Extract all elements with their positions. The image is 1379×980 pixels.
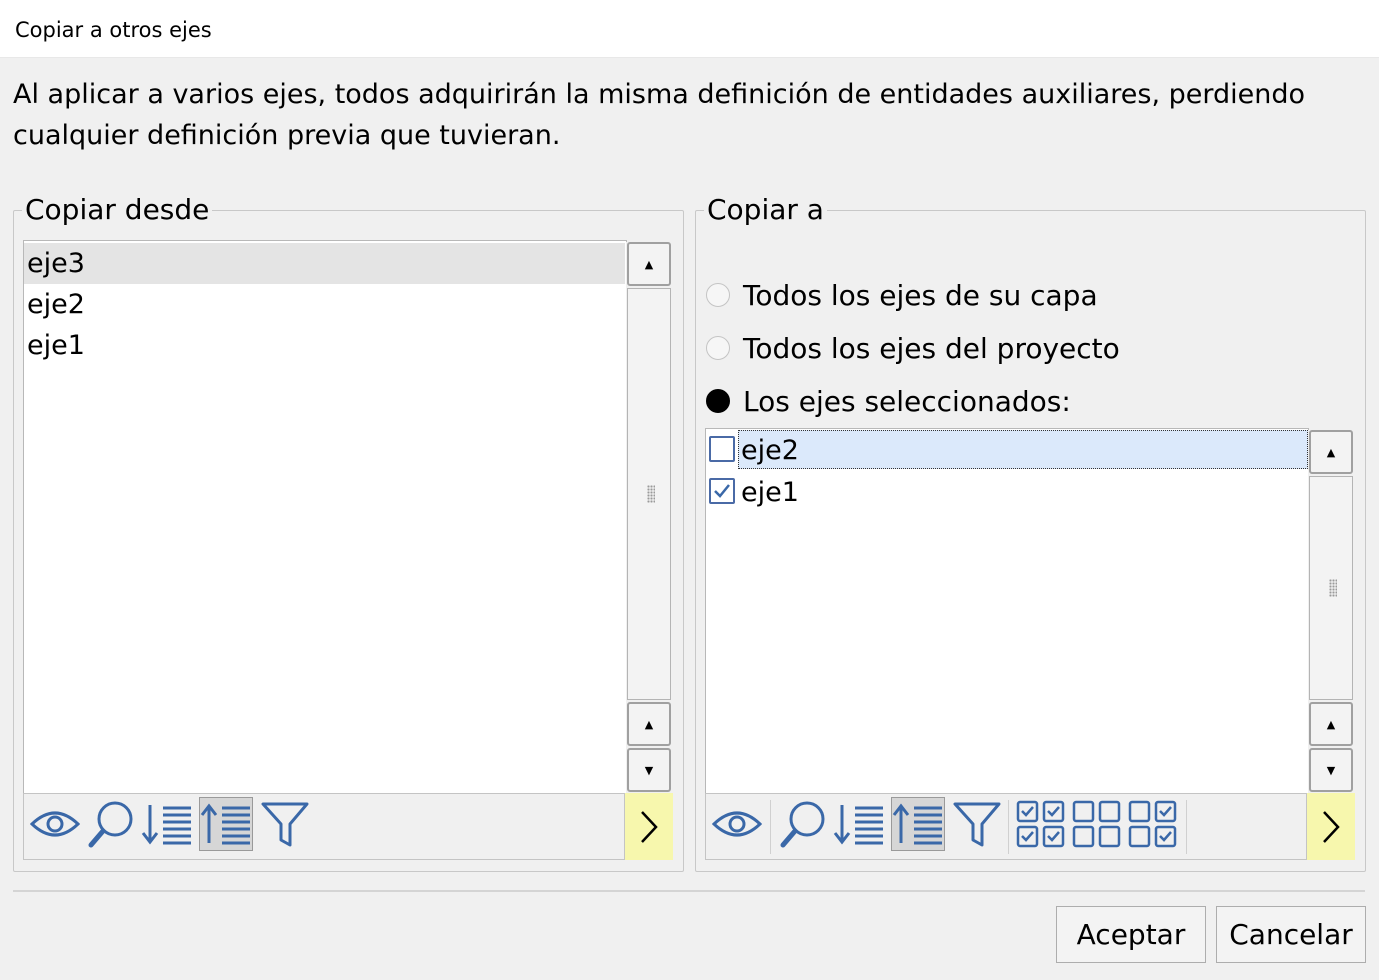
view-button[interactable]: [710, 797, 764, 851]
sort-ascending-icon: [892, 803, 942, 845]
eye-icon: [712, 811, 762, 837]
radio-label: Todos los ejes de su capa: [743, 278, 1098, 312]
radio-button[interactable]: [706, 336, 730, 360]
source-group-legend: Copiar desde: [22, 193, 213, 227]
window-title: Copiar a otros ejes: [15, 18, 212, 42]
sort-descending-icon: [833, 805, 883, 845]
radio-option-project[interactable]: Todos los ejes del proyecto: [706, 328, 1120, 368]
check-all-icon: [1016, 800, 1065, 848]
grip-icon: [647, 485, 655, 503]
scroll-down-button[interactable]: ▼: [1309, 748, 1353, 792]
toolbar-separator: [1008, 800, 1009, 854]
list-item-label[interactable]: eje2: [741, 432, 799, 470]
toolbar-separator: [1186, 800, 1187, 854]
checkmark-icon: [714, 484, 730, 498]
checkbox[interactable]: [709, 478, 735, 504]
eye-icon: [30, 811, 80, 837]
sort-ascending-button[interactable]: [891, 797, 945, 851]
filter-button[interactable]: [950, 797, 1004, 851]
funnel-icon: [953, 802, 1001, 847]
scroll-down-button[interactable]: ▼: [627, 748, 671, 792]
list-item[interactable]: eje2: [24, 284, 625, 325]
toolbar-separator: [770, 800, 771, 854]
radio-option-layer[interactable]: Todos los ejes de su capa: [706, 275, 1098, 315]
checkbox[interactable]: [709, 436, 735, 462]
scroll-page-up-button[interactable]: ▲: [1309, 702, 1353, 746]
chevron-right-icon: [1323, 810, 1340, 843]
sort-descending-icon: [141, 805, 191, 845]
sort-descending-button[interactable]: [140, 797, 194, 851]
chevron-right-icon: [641, 810, 658, 843]
search-button[interactable]: [776, 797, 830, 851]
radio-label: Los ejes seleccionados:: [743, 384, 1071, 418]
scroll-page-up-button[interactable]: ▲: [627, 702, 671, 746]
title-bar: Copiar a otros ejes: [0, 0, 1379, 58]
sort-ascending-icon: [200, 803, 250, 845]
target-checklist[interactable]: eje2 eje1: [705, 428, 1309, 794]
radio-button[interactable]: [706, 283, 730, 307]
focus-row: [738, 430, 1308, 469]
target-scrollbar[interactable]: ▲ ▲ ▼: [1308, 430, 1356, 794]
list-item-label: eje1: [27, 330, 85, 361]
arrow-up-icon: ▲: [1326, 717, 1336, 731]
arrow-down-icon: ▼: [1326, 763, 1336, 777]
radio-button[interactable]: [706, 389, 730, 413]
source-toolbar: [23, 793, 625, 860]
uncheck-all-icon: [1072, 800, 1121, 848]
expand-toolbar-button[interactable]: [1307, 793, 1355, 860]
intro-text: Al aplicar a varios ejes, todos adquirir…: [13, 79, 1306, 151]
scroll-up-button[interactable]: ▲: [627, 242, 671, 286]
arrow-up-icon: ▲: [644, 257, 654, 271]
footer-separator: [13, 890, 1365, 892]
scroll-thumb[interactable]: [627, 288, 671, 700]
list-item-label: eje3: [27, 248, 85, 279]
list-item[interactable]: eje3: [24, 243, 625, 284]
cancel-button[interactable]: Cancelar: [1216, 906, 1366, 963]
filter-button[interactable]: [258, 797, 312, 851]
target-toolbar: [705, 793, 1307, 860]
grip-icon: [1329, 579, 1337, 597]
invert-selection-icon: [1128, 800, 1177, 848]
view-button[interactable]: [28, 797, 82, 851]
funnel-icon: [261, 802, 309, 847]
radio-label: Todos los ejes del proyecto: [743, 331, 1120, 365]
invert-selection-button[interactable]: [1126, 797, 1180, 851]
magnifier-icon: [780, 801, 825, 848]
list-item-label[interactable]: eje1: [741, 474, 799, 512]
check-all-button[interactable]: [1014, 797, 1068, 851]
uncheck-all-button[interactable]: [1070, 797, 1124, 851]
arrow-down-icon: ▼: [644, 763, 654, 777]
expand-toolbar-button[interactable]: [625, 793, 673, 860]
list-item[interactable]: eje1: [24, 325, 625, 366]
arrow-up-icon: ▲: [1326, 445, 1336, 459]
scroll-thumb[interactable]: [1309, 476, 1353, 700]
scroll-up-button[interactable]: ▲: [1309, 430, 1353, 474]
sort-descending-button[interactable]: [832, 797, 886, 851]
source-scrollbar[interactable]: ▲ ▲ ▼: [626, 242, 674, 794]
search-button[interactable]: [84, 797, 138, 851]
radio-option-selected[interactable]: Los ejes seleccionados:: [706, 381, 1071, 421]
sort-ascending-button[interactable]: [199, 797, 253, 851]
accept-button[interactable]: Aceptar: [1056, 906, 1206, 963]
target-group-legend: Copiar a: [704, 193, 827, 227]
magnifier-icon: [88, 801, 133, 848]
list-item-label: eje2: [27, 289, 85, 320]
source-list[interactable]: eje3 eje2 eje1: [23, 240, 627, 794]
arrow-up-icon: ▲: [644, 717, 654, 731]
